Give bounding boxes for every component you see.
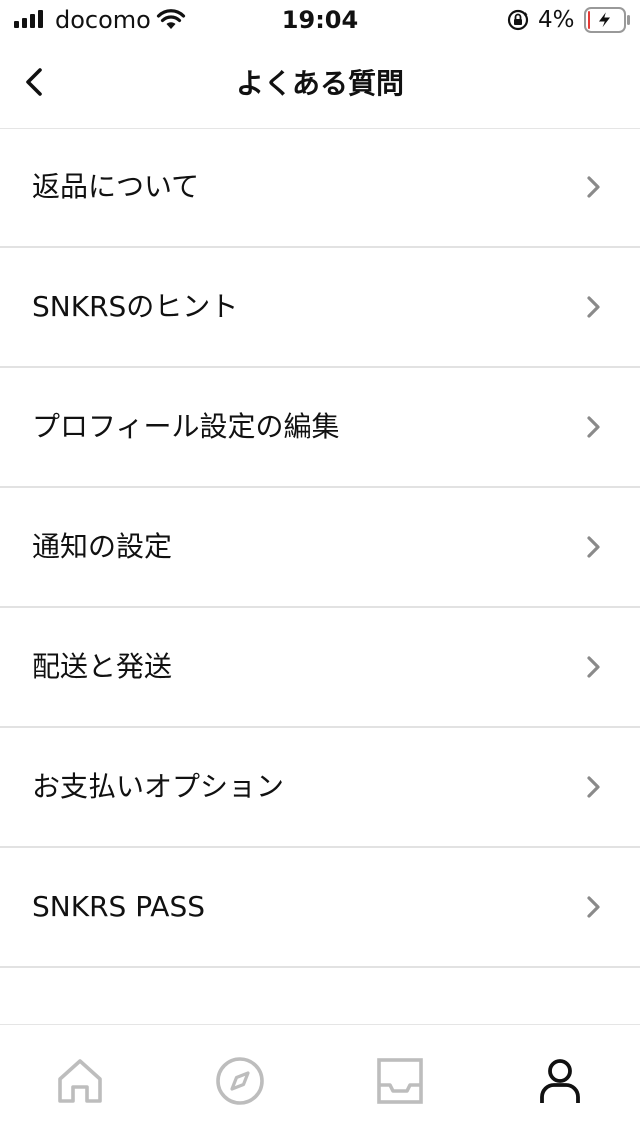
chevron-right-icon (587, 536, 600, 558)
inbox-icon (377, 1058, 423, 1104)
faq-list: 返品について SNKRSのヒント プロフィール設定の編集 通知の設定 配送と発送… (0, 128, 640, 968)
chevron-right-icon (587, 656, 600, 678)
faq-item-label: SNKRSのヒント (32, 290, 239, 323)
faq-item-label: 配送と発送 (32, 650, 173, 683)
faq-item-label: お支払いオプション (32, 770, 285, 803)
battery-percent: 4% (538, 7, 575, 33)
faq-item-snkrs-tips[interactable]: SNKRSのヒント (0, 248, 640, 368)
status-bar: docomo 19:04 4% (0, 0, 640, 40)
home-icon (58, 1059, 102, 1103)
tab-bar (0, 1024, 640, 1137)
compass-icon (216, 1057, 264, 1105)
back-button[interactable] (18, 62, 54, 102)
tab-inbox[interactable] (374, 1055, 426, 1107)
tab-discover[interactable] (214, 1055, 266, 1107)
chevron-right-icon (587, 896, 600, 918)
faq-item-returns[interactable]: 返品について (0, 128, 640, 248)
nav-header: よくある質問 (0, 40, 640, 129)
chevron-right-icon (587, 296, 600, 318)
faq-item-label: 返品について (32, 170, 200, 203)
chevron-right-icon (587, 416, 600, 438)
faq-item-payment-options[interactable]: お支払いオプション (0, 728, 640, 848)
chevron-right-icon (587, 776, 600, 798)
tab-home[interactable] (54, 1055, 106, 1107)
tab-profile[interactable] (534, 1055, 586, 1107)
faq-item-label: プロフィール設定の編集 (32, 410, 340, 443)
battery-charging-icon (584, 7, 630, 33)
faq-item-label: SNKRS PASS (32, 890, 206, 923)
chevron-right-icon (587, 176, 600, 198)
profile-icon (540, 1059, 580, 1103)
page-title: よくある質問 (235, 67, 404, 100)
faq-item-notifications[interactable]: 通知の設定 (0, 488, 640, 608)
chevron-left-icon (26, 68, 42, 96)
orientation-lock-icon (507, 9, 529, 31)
faq-item-shipping[interactable]: 配送と発送 (0, 608, 640, 728)
faq-item-snkrs-pass[interactable]: SNKRS PASS (0, 848, 640, 968)
faq-item-label: 通知の設定 (32, 530, 173, 563)
faq-item-edit-profile[interactable]: プロフィール設定の編集 (0, 368, 640, 488)
